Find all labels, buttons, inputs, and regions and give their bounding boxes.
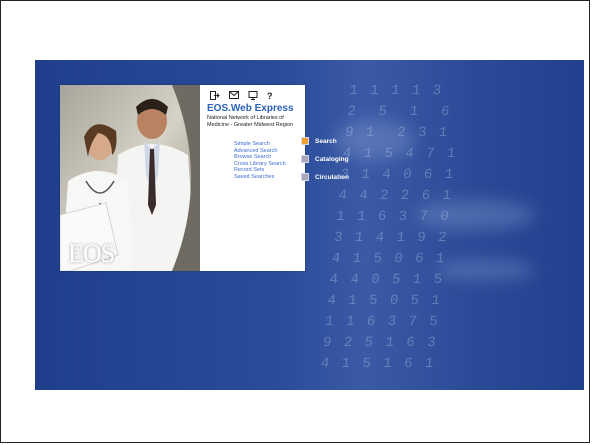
app-title: EOS.Web Express bbox=[207, 103, 294, 114]
app-subtitle: National Network of Libraries of Medicin… bbox=[207, 115, 294, 128]
module-menu: Search Cataloging Circulation bbox=[301, 132, 349, 186]
cataloging-bullet-icon bbox=[301, 155, 309, 163]
toolbar: ? bbox=[210, 91, 273, 102]
exit-icon[interactable] bbox=[210, 91, 220, 102]
circulation-bullet-icon bbox=[301, 173, 309, 181]
computer-icon[interactable] bbox=[248, 91, 258, 102]
search-links: Simple Search Advanced Search Browse Sea… bbox=[234, 141, 286, 180]
eos-web-panel: EOS ? EOS.Web Express National Network o… bbox=[60, 85, 305, 271]
link-saved-searches[interactable]: Saved Searches bbox=[234, 174, 286, 181]
menu-item-cataloging[interactable]: Cataloging bbox=[301, 150, 349, 168]
menu-label: Cataloging bbox=[315, 155, 349, 163]
menu-label: Circulation bbox=[315, 173, 349, 181]
doctors-photo: EOS bbox=[60, 85, 200, 271]
menu-item-search[interactable]: Search bbox=[301, 132, 349, 150]
mail-icon[interactable] bbox=[229, 91, 239, 102]
help-icon[interactable]: ? bbox=[267, 91, 273, 102]
search-bullet-icon bbox=[301, 137, 309, 145]
menu-label: Search bbox=[315, 137, 337, 145]
eos-logo: EOS bbox=[68, 239, 115, 268]
menu-item-circulation[interactable]: Circulation bbox=[301, 168, 349, 186]
background-digits: 1 1 1 1 3 2 5 1 6 9 1 2 3 1 4 1 5 4 7 1 … bbox=[307, 62, 459, 390]
